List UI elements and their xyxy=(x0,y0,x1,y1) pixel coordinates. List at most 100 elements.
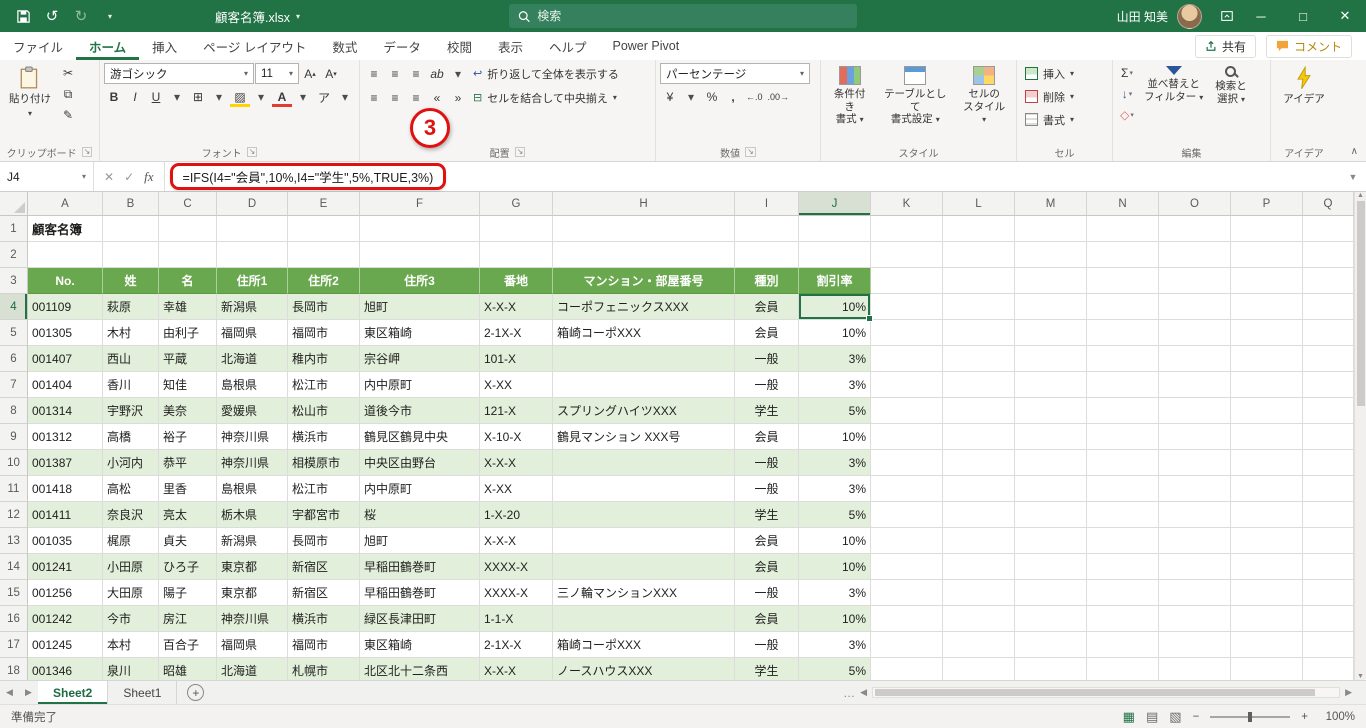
cell-E7[interactable]: 松江市 xyxy=(288,372,360,398)
cell-C1[interactable] xyxy=(159,216,217,242)
cell-G18[interactable]: X-X-X xyxy=(480,658,553,680)
cell-G14[interactable]: XXXX-X xyxy=(480,554,553,580)
row-header-1[interactable]: 1 xyxy=(0,216,28,242)
row-header-7[interactable]: 7 xyxy=(0,372,28,398)
cell-O8[interactable] xyxy=(1159,398,1231,424)
cell-A1[interactable]: 顧客名簿 xyxy=(28,216,103,242)
hscroll-left-arrow[interactable]: ◀ xyxy=(860,687,867,698)
cell-Q3[interactable] xyxy=(1303,268,1354,294)
cell-G3[interactable]: 番地 xyxy=(480,268,553,294)
cell-F13[interactable]: 旭町 xyxy=(360,528,480,554)
cell-P9[interactable] xyxy=(1231,424,1303,450)
cell-B3[interactable]: 姓 xyxy=(103,268,159,294)
cell-B16[interactable]: 今市 xyxy=(103,606,159,632)
cell-styles-button[interactable]: セルの スタイル ▾ xyxy=(956,63,1012,129)
cell-D15[interactable]: 東京都 xyxy=(217,580,288,606)
cell-C17[interactable]: 百合子 xyxy=(159,632,217,658)
column-header-E[interactable]: E xyxy=(288,192,360,216)
cell-G10[interactable]: X-X-X xyxy=(480,450,553,476)
user-name[interactable]: 山田 知美 xyxy=(1117,8,1168,25)
grow-font-button[interactable]: A ▴ xyxy=(300,64,320,84)
cell-B17[interactable]: 本村 xyxy=(103,632,159,658)
accounting-format-dropdown[interactable]: ▾ xyxy=(681,87,701,107)
cell-C16[interactable]: 房江 xyxy=(159,606,217,632)
cell-K15[interactable] xyxy=(871,580,943,606)
cell-I11[interactable]: 一般 xyxy=(735,476,799,502)
cell-A4[interactable]: 001109 xyxy=(28,294,103,320)
cell-Q16[interactable] xyxy=(1303,606,1354,632)
cell-I4[interactable]: 会員 xyxy=(735,294,799,320)
cell-C15[interactable]: 陽子 xyxy=(159,580,217,606)
bold-button[interactable]: B xyxy=(104,87,124,107)
cell-I2[interactable] xyxy=(735,242,799,268)
cell-K13[interactable] xyxy=(871,528,943,554)
cell-M18[interactable] xyxy=(1015,658,1087,680)
row-header-13[interactable]: 13 xyxy=(0,528,28,554)
cell-G6[interactable]: 101-X xyxy=(480,346,553,372)
number-dialog-launcher[interactable]: ↘ xyxy=(745,147,756,157)
ribbon-display-options-button[interactable] xyxy=(1214,3,1240,29)
cell-K2[interactable] xyxy=(871,242,943,268)
cell-H3[interactable]: マンション・部屋番号 xyxy=(553,268,735,294)
cell-N5[interactable] xyxy=(1087,320,1159,346)
cell-O10[interactable] xyxy=(1159,450,1231,476)
cell-L9[interactable] xyxy=(943,424,1015,450)
cell-B15[interactable]: 大田原 xyxy=(103,580,159,606)
cell-H6[interactable] xyxy=(553,346,735,372)
row-header-10[interactable]: 10 xyxy=(0,450,28,476)
cell-G1[interactable] xyxy=(480,216,553,242)
maximize-button[interactable]: □ xyxy=(1282,0,1324,32)
cell-E5[interactable]: 福岡市 xyxy=(288,320,360,346)
cell-D11[interactable]: 島根県 xyxy=(217,476,288,502)
cell-P5[interactable] xyxy=(1231,320,1303,346)
sheet-tab-overflow[interactable]: … xyxy=(843,686,855,700)
cell-O2[interactable] xyxy=(1159,242,1231,268)
cell-I10[interactable]: 一般 xyxy=(735,450,799,476)
view-page-break-button[interactable]: ▧ xyxy=(1169,709,1181,725)
cell-I1[interactable] xyxy=(735,216,799,242)
cell-A18[interactable]: 001346 xyxy=(28,658,103,680)
column-header-P[interactable]: P xyxy=(1231,192,1303,216)
cell-F4[interactable]: 旭町 xyxy=(360,294,480,320)
clear-button[interactable]: ◇ ▾ xyxy=(1117,105,1137,125)
cell-H1[interactable] xyxy=(553,216,735,242)
cell-Q2[interactable] xyxy=(1303,242,1354,268)
cell-M13[interactable] xyxy=(1015,528,1087,554)
cell-B10[interactable]: 小河内 xyxy=(103,450,159,476)
cell-E13[interactable]: 長岡市 xyxy=(288,528,360,554)
cell-L6[interactable] xyxy=(943,346,1015,372)
align-middle-button[interactable]: ≡ xyxy=(385,64,405,84)
cell-C6[interactable]: 平蔵 xyxy=(159,346,217,372)
cell-O13[interactable] xyxy=(1159,528,1231,554)
cell-B5[interactable]: 木村 xyxy=(103,320,159,346)
cut-button[interactable]: ✂ xyxy=(58,63,78,83)
cell-D4[interactable]: 新潟県 xyxy=(217,294,288,320)
cell-B4[interactable]: 萩原 xyxy=(103,294,159,320)
cell-M5[interactable] xyxy=(1015,320,1087,346)
cell-I12[interactable]: 学生 xyxy=(735,502,799,528)
cell-O18[interactable] xyxy=(1159,658,1231,680)
cell-L3[interactable] xyxy=(943,268,1015,294)
cell-I18[interactable]: 学生 xyxy=(735,658,799,680)
cell-F8[interactable]: 道後今市 xyxy=(360,398,480,424)
cell-M3[interactable] xyxy=(1015,268,1087,294)
cell-M10[interactable] xyxy=(1015,450,1087,476)
cell-B9[interactable]: 高橋 xyxy=(103,424,159,450)
cell-M7[interactable] xyxy=(1015,372,1087,398)
cell-J14[interactable]: 10% xyxy=(799,554,871,580)
cell-L12[interactable] xyxy=(943,502,1015,528)
cell-P11[interactable] xyxy=(1231,476,1303,502)
search-input[interactable] xyxy=(537,9,848,23)
cell-H7[interactable] xyxy=(553,372,735,398)
align-bottom-button[interactable]: ≡ xyxy=(406,64,426,84)
cell-D16[interactable]: 神奈川県 xyxy=(217,606,288,632)
cell-P1[interactable] xyxy=(1231,216,1303,242)
cell-I6[interactable]: 一般 xyxy=(735,346,799,372)
autosum-button[interactable]: Σ ▾ xyxy=(1117,63,1137,83)
cell-L8[interactable] xyxy=(943,398,1015,424)
column-header-C[interactable]: C xyxy=(159,192,217,216)
cell-C2[interactable] xyxy=(159,242,217,268)
zoom-slider-thumb[interactable] xyxy=(1248,711,1253,722)
cell-N12[interactable] xyxy=(1087,502,1159,528)
cell-G11[interactable]: X-XX xyxy=(480,476,553,502)
